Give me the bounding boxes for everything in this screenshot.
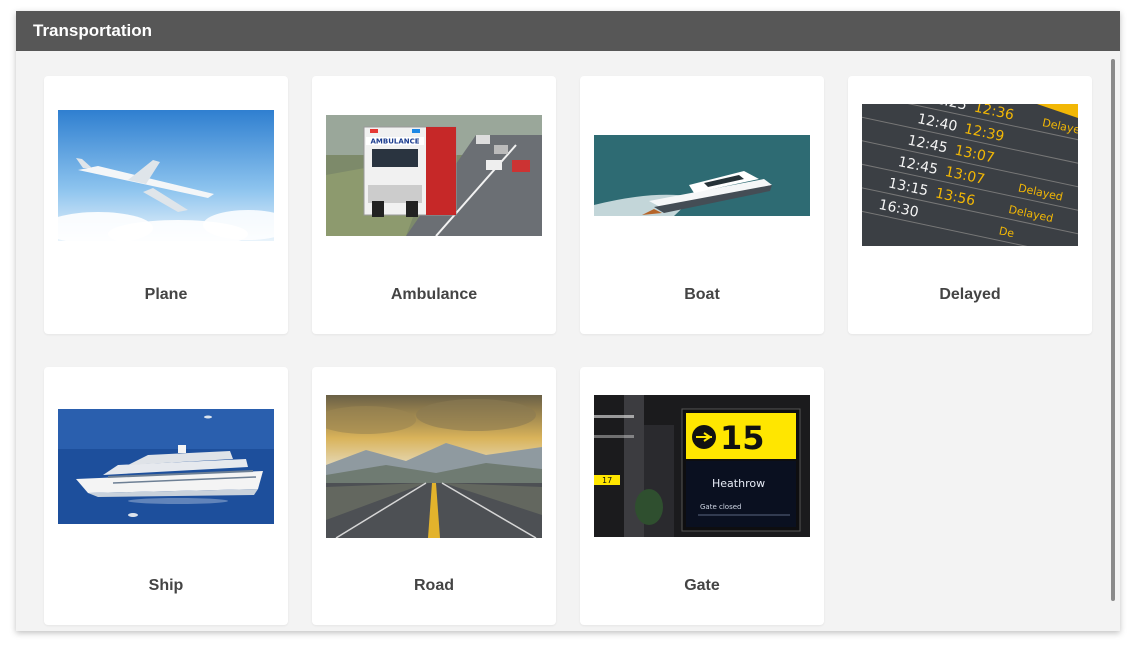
card-gate[interactable]: 17 15 Heathrow Gate closed Gate bbox=[580, 367, 824, 625]
vertical-scrollbar[interactable] bbox=[1111, 59, 1115, 601]
card-ship[interactable]: Ship bbox=[44, 367, 288, 625]
card-delayed[interactable]: 12:25 12:36 Delayed 12:40 12:39 12:45 13… bbox=[848, 76, 1092, 334]
card-grid: Plane AMBULANCE Ambulance Boat 12:36 Del… bbox=[16, 51, 1120, 631]
card-boat[interactable]: Boat bbox=[580, 76, 824, 334]
plane-image bbox=[58, 90, 274, 260]
gate-image: 17 15 Heathrow Gate closed bbox=[594, 381, 810, 551]
ambulance-sign-text: AMBULANCE bbox=[370, 137, 419, 145]
gate-airport: Heathrow bbox=[712, 477, 765, 490]
gate-number: 15 bbox=[720, 419, 765, 457]
ambulance-image: AMBULANCE bbox=[326, 90, 542, 260]
gate-small-number: 17 bbox=[602, 476, 612, 485]
window-title: Transportation bbox=[16, 11, 1120, 51]
card-label: Plane bbox=[144, 286, 188, 303]
road-image bbox=[326, 381, 542, 551]
transportation-window: Transportation Plane AMBULANCE Ambulance… bbox=[16, 11, 1120, 631]
ship-image bbox=[58, 381, 274, 551]
card-label: Ship bbox=[148, 577, 184, 594]
gate-status: Gate closed bbox=[700, 503, 741, 511]
boat-image bbox=[594, 90, 810, 260]
card-label: Ambulance bbox=[390, 286, 478, 303]
card-plane[interactable]: Plane bbox=[44, 76, 288, 334]
card-label: Gate bbox=[684, 577, 720, 594]
card-label: Boat bbox=[684, 286, 720, 303]
card-road[interactable]: Road bbox=[312, 367, 556, 625]
card-label: Delayed bbox=[939, 286, 1001, 303]
card-label: Road bbox=[414, 577, 454, 594]
card-ambulance[interactable]: AMBULANCE Ambulance bbox=[312, 76, 556, 334]
delayed-board-image: 12:25 12:36 Delayed 12:40 12:39 12:45 13… bbox=[862, 90, 1078, 260]
